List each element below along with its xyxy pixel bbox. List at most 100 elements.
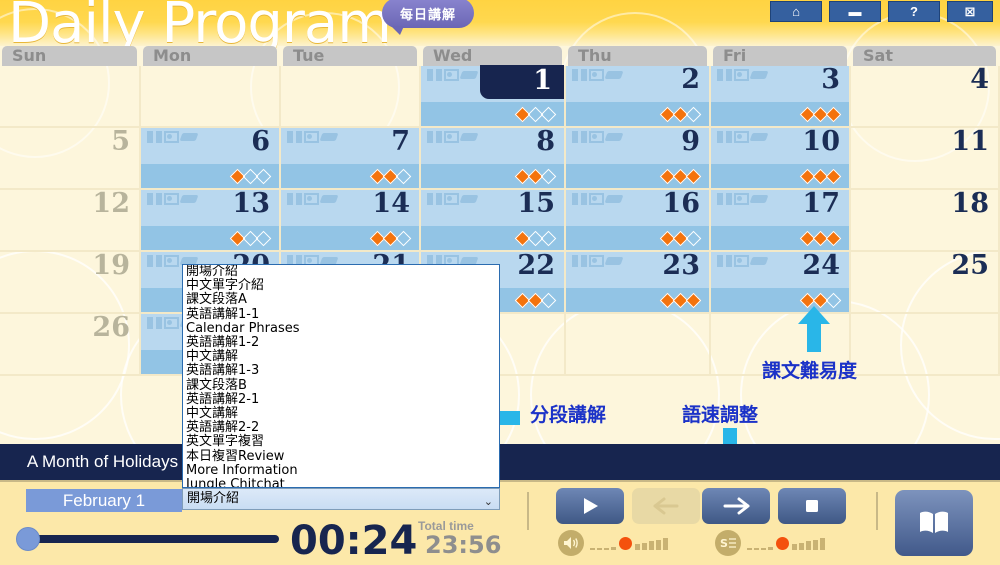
- lesson-icons: [427, 193, 479, 205]
- pencil-icon: [179, 195, 199, 203]
- dropdown-option[interactable]: 本日複習Review: [183, 449, 499, 464]
- segment-dropdown-selected[interactable]: 開場介紹 ⌄: [182, 488, 500, 510]
- day-number: 26: [92, 312, 130, 343]
- calendar-day-9[interactable]: 9: [566, 126, 711, 190]
- date-chip[interactable]: February 1: [26, 489, 182, 512]
- difficulty-band: [281, 164, 419, 188]
- day-number: 4: [970, 64, 989, 95]
- flashcard-icon: [589, 193, 604, 205]
- calendar-day-8[interactable]: 8: [421, 126, 566, 190]
- segment-dropdown-list[interactable]: 開場介紹 中文單字介紹 課文段落A 英語講解1-1 Calendar Phrases 英語…: [182, 264, 500, 488]
- volume-handle[interactable]: [619, 536, 632, 550]
- volume-steps[interactable]: [590, 536, 668, 550]
- calendar-day-25[interactable]: 25: [851, 250, 1000, 314]
- calendar-day-2[interactable]: 2: [566, 64, 711, 128]
- seek-handle[interactable]: [16, 527, 40, 551]
- calendar-day-26[interactable]: 26: [0, 312, 141, 376]
- dropdown-option[interactable]: 英語講解1-1: [183, 307, 499, 322]
- volume-slider[interactable]: [558, 530, 668, 556]
- flashcard-icon: [734, 193, 749, 205]
- calendar-day-19[interactable]: 19: [0, 250, 141, 314]
- divider: [876, 492, 878, 530]
- dropdown-option[interactable]: 課文段落A: [183, 293, 499, 307]
- flashcard-icon: [734, 255, 749, 267]
- difficulty-diamond-empty: [255, 230, 272, 246]
- minimize-icon[interactable]: ▬: [829, 1, 881, 22]
- segment-dropdown[interactable]: 開場介紹 中文單字介紹 課文段落A 英語講解1-1 Calendar Phrases 英語…: [182, 264, 500, 510]
- calendar-day-15[interactable]: 15: [421, 188, 566, 252]
- pencil-icon: [604, 195, 624, 203]
- next-button[interactable]: [702, 488, 770, 524]
- calendar-day-17[interactable]: 17: [711, 188, 851, 252]
- dropdown-option[interactable]: 英語講解2-1: [183, 392, 499, 407]
- dropdown-option[interactable]: More Information: [183, 463, 499, 478]
- difficulty-diamond-filled: [825, 168, 842, 184]
- flashcard-icon: [444, 131, 459, 143]
- difficulty-band: [711, 164, 849, 188]
- close-icon[interactable]: ⊠: [947, 1, 993, 22]
- book-icon: [147, 131, 162, 143]
- home-icon[interactable]: ⌂: [770, 1, 822, 22]
- help-icon[interactable]: ?: [888, 1, 940, 22]
- calendar-day-1[interactable]: 1: [421, 65, 566, 128]
- calendar-day-23[interactable]: 23: [566, 250, 711, 314]
- calendar-day-header-sun: Sun: [2, 46, 137, 66]
- seek-bar[interactable]: [24, 535, 279, 543]
- calendar-day-14[interactable]: 14: [281, 188, 421, 252]
- book-icon: [287, 193, 302, 205]
- dropdown-option[interactable]: 開場介紹: [183, 265, 499, 279]
- pencil-icon: [319, 133, 339, 141]
- speed-icon[interactable]: S: [715, 530, 741, 556]
- flashcard-icon: [589, 69, 604, 81]
- chevron-down-icon[interactable]: ⌄: [484, 492, 493, 512]
- dropdown-option[interactable]: 英語講解1-3: [183, 364, 499, 378]
- difficulty-diamond-filled: [825, 230, 842, 246]
- difficulty-band: [566, 288, 709, 312]
- difficulty-diamond-empty: [540, 292, 557, 308]
- book-icon: [147, 193, 162, 205]
- flashcard-icon: [304, 131, 319, 143]
- day-number: 8: [536, 126, 555, 157]
- calendar-day-7[interactable]: 7: [281, 126, 421, 190]
- lesson-icons: [427, 69, 479, 81]
- difficulty-diamond-empty: [540, 106, 557, 122]
- day-number: 22: [517, 250, 555, 281]
- book-icon: [572, 131, 587, 143]
- speed-slider[interactable]: S: [715, 530, 825, 556]
- title-bar: Daily Program 每日講解 ⌂ ▬ ? ⊠: [0, 0, 1000, 162]
- stop-button[interactable]: [778, 488, 846, 524]
- arrow-up-icon: [798, 306, 830, 352]
- flashcard-icon: [589, 255, 604, 267]
- dropdown-option[interactable]: 課文段落B: [183, 378, 499, 393]
- dropdown-option[interactable]: 英文單字複習: [183, 435, 499, 449]
- calendar-day-4[interactable]: 4: [851, 64, 1000, 128]
- dropdown-option[interactable]: Calendar Phrases: [183, 321, 499, 336]
- calendar-day-header-thu: Thu: [568, 46, 707, 66]
- flashcard-icon: [164, 193, 179, 205]
- play-button[interactable]: [556, 488, 624, 524]
- pencil-icon: [749, 133, 769, 141]
- calendar-day-11[interactable]: 11: [851, 126, 1000, 190]
- calendar-day-12[interactable]: 12: [0, 188, 141, 252]
- calendar-day-10[interactable]: 10: [711, 126, 851, 190]
- speed-steps[interactable]: [747, 536, 825, 550]
- calendar-day-18[interactable]: 18: [851, 188, 1000, 252]
- volume-icon[interactable]: [558, 530, 584, 556]
- calendar-day-3[interactable]: 3: [711, 64, 851, 128]
- day-number: 5: [111, 126, 130, 157]
- calendar-day-13[interactable]: 13: [141, 188, 281, 252]
- calendar-day-24[interactable]: 24: [711, 250, 851, 314]
- day-number: 15: [517, 188, 555, 219]
- difficulty-diamond-empty: [395, 230, 412, 246]
- book-button[interactable]: [895, 490, 973, 556]
- calendar-day-header-fri: Fri: [713, 46, 847, 66]
- previous-button[interactable]: [632, 488, 700, 524]
- dropdown-option[interactable]: Jungle Chitchat: [183, 477, 499, 487]
- speed-handle[interactable]: [776, 536, 789, 550]
- calendar-day-6[interactable]: 6: [141, 126, 281, 190]
- calendar-day-5[interactable]: 5: [0, 126, 141, 190]
- day-number: 2: [681, 64, 700, 95]
- book-icon: [147, 317, 162, 329]
- book-icon: [717, 131, 732, 143]
- calendar-day-16[interactable]: 16: [566, 188, 711, 252]
